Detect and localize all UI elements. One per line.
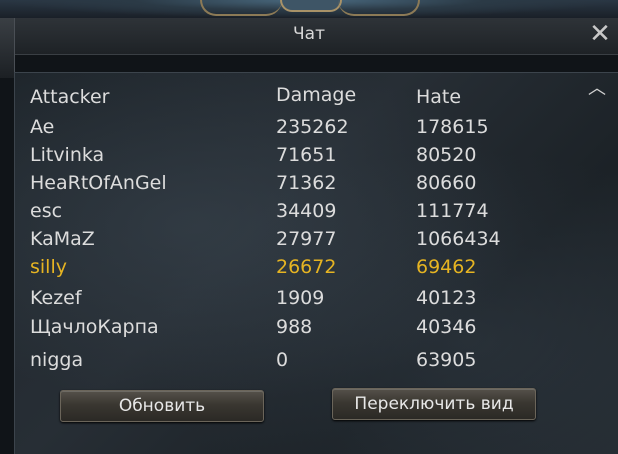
row-7-attacker: Kezef	[30, 287, 82, 309]
row-6-hate: 69462	[416, 256, 477, 278]
chevron-up-icon[interactable]: ︿	[586, 80, 608, 98]
row-3-hate: 80660	[416, 172, 477, 194]
frame-scroll-left	[200, 0, 282, 16]
row-3-damage: 71362	[276, 172, 337, 194]
row-8-hate: 40346	[416, 316, 477, 338]
row-2-damage: 71651	[276, 144, 337, 166]
row-2-hate: 80520	[416, 144, 477, 166]
row-9-attacker: nigga	[30, 349, 84, 371]
row-7-damage: 1909	[276, 287, 325, 309]
column-header-attacker: Attacker	[30, 86, 110, 108]
row-9-damage: 0	[276, 349, 289, 371]
row-6-attacker: silly	[30, 256, 67, 278]
row-6-damage: 26672	[276, 256, 337, 278]
row-7-hate: 40123	[416, 287, 477, 309]
row-8-damage: 988	[276, 316, 313, 338]
row-4-damage: 34409	[276, 200, 337, 222]
column-header-damage: Damage	[276, 84, 357, 106]
window-title: Чат	[293, 24, 325, 44]
close-icon[interactable]: ✕	[586, 18, 614, 50]
row-4-attacker: esc	[30, 200, 63, 222]
window-frame-ornament	[0, 0, 618, 18]
row-5-hate: 1066434	[416, 228, 501, 250]
row-8-attacker: ЩачлоКарпа	[30, 316, 159, 338]
row-9-hate: 63905	[416, 349, 477, 371]
row-2-attacker: Litvinka	[30, 144, 105, 166]
row-1-attacker: Ae	[30, 116, 55, 138]
row-3-attacker: HeaRtOfAnGel	[30, 172, 167, 194]
row-5-attacker: KaMaZ	[30, 228, 95, 250]
switch-view-button[interactable]: Переключить вид	[332, 388, 536, 420]
frame-emblem	[280, 0, 342, 12]
row-1-hate: 178615	[416, 116, 489, 138]
row-5-damage: 27977	[276, 228, 337, 250]
frame-scroll-right	[338, 0, 420, 16]
row-1-damage: 235262	[276, 116, 349, 138]
refresh-button[interactable]: Обновить	[60, 390, 264, 422]
row-4-hate: 111774	[416, 200, 489, 222]
column-header-hate: Hate	[416, 86, 462, 108]
